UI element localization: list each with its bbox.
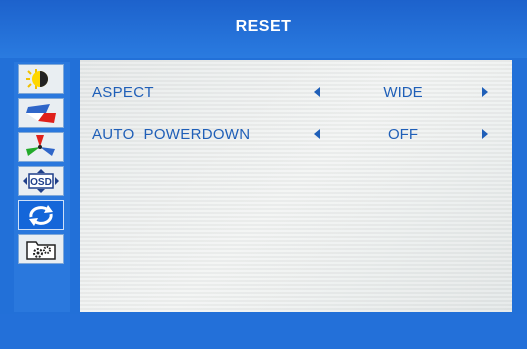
arrow-left-icon[interactable] xyxy=(314,87,320,97)
reset-icon xyxy=(24,203,58,227)
brightness-contrast-icon xyxy=(24,67,58,91)
arrow-right-icon[interactable] xyxy=(482,87,488,97)
setting-label: AUTO POWERDOWN xyxy=(92,126,251,143)
header-bar: RESET xyxy=(0,0,527,58)
footer-bar xyxy=(0,314,527,349)
settings-folder-icon xyxy=(24,237,58,261)
sidebar-item-color[interactable] xyxy=(18,132,64,162)
sidebar-item-reset[interactable] xyxy=(18,200,64,230)
setting-row-aspect[interactable]: ASPECT WIDE xyxy=(80,80,512,104)
sidebar-item-brightness[interactable] xyxy=(18,64,64,94)
setting-value: WIDE xyxy=(383,84,423,101)
menu-title: RESET xyxy=(235,18,292,35)
sidebar-item-image-position[interactable] xyxy=(18,98,64,128)
setting-value: OFF xyxy=(388,126,418,143)
osd-icon-text: OSD xyxy=(30,177,52,188)
osd-screen: RESET OSD ASPECT WIDE AUTO POWERDOWN OFF xyxy=(0,0,527,349)
setting-row-auto-powerdown[interactable]: AUTO POWERDOWN OFF xyxy=(80,122,512,146)
osd-icon: OSD xyxy=(21,168,61,194)
sidebar: OSD xyxy=(14,62,70,312)
arrow-right-icon[interactable] xyxy=(482,129,488,139)
setting-label: ASPECT xyxy=(92,84,154,101)
arrow-left-icon[interactable] xyxy=(314,129,320,139)
color-icon xyxy=(24,134,58,160)
sidebar-item-settings[interactable] xyxy=(18,234,64,264)
image-position-icon xyxy=(24,101,58,125)
settings-panel: ASPECT WIDE AUTO POWERDOWN OFF xyxy=(80,60,512,312)
sidebar-item-osd[interactable]: OSD xyxy=(18,166,64,196)
